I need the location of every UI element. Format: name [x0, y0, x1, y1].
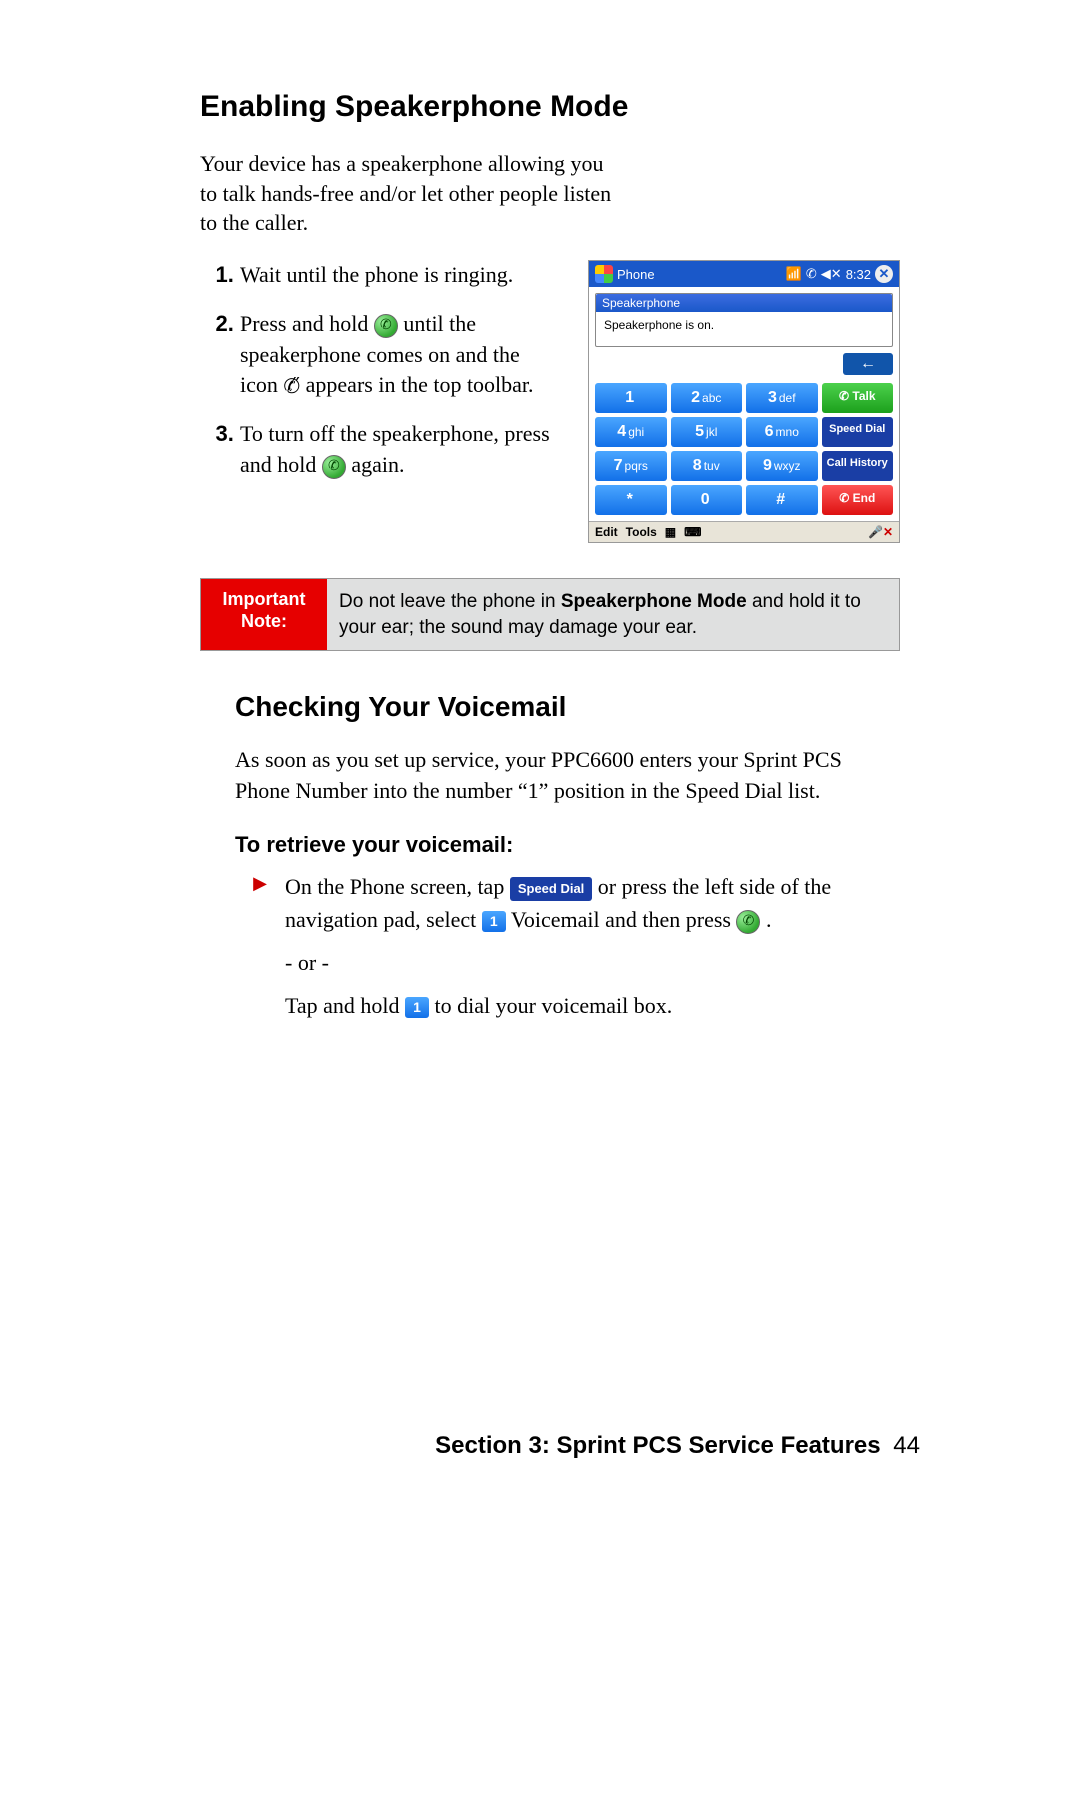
- backspace-key: ←: [843, 353, 893, 375]
- key-1: 1: [595, 383, 667, 413]
- device-screenshot: Phone 📶 ✆ ◀✕ 8:32 ✕ Speakerphone Speaker…: [588, 260, 900, 543]
- voicemail-paragraph: As soon as you set up service, your PPC6…: [235, 745, 900, 807]
- subheading-retrieve: To retrieve your voicemail:: [235, 832, 900, 858]
- key-0: 0: [671, 485, 743, 515]
- signal-icon: 📶: [786, 266, 802, 282]
- step-2: Press and hold ✆ until the speakerphone …: [240, 309, 563, 402]
- key-5: 5jkl: [671, 417, 743, 447]
- key-9: 9wxyz: [746, 451, 818, 481]
- speed-dial-key: Speed Dial: [822, 417, 894, 447]
- speed-dial-chip: Speed Dial: [510, 877, 592, 901]
- note-text: Do not leave the phone in Speakerphone M…: [327, 579, 899, 650]
- retrieve-block: ▶ On the Phone screen, tap Speed Dial or…: [235, 870, 900, 1022]
- talk-key: ✆ Talk: [822, 383, 894, 413]
- device-bottom-bar: Edit Tools ▦ ⌨ 🎤✕: [589, 521, 899, 542]
- popup-title: Speakerphone: [596, 294, 892, 312]
- steps-and-device-row: Wait until the phone is ringing. Press a…: [200, 260, 900, 543]
- page-footer: Section 3: Sprint PCS Service Features 4…: [435, 1432, 920, 1460]
- red-triangle-icon: ▶: [235, 870, 285, 1022]
- dialpad: 1 2abc 3def ✆ Talk 4ghi 5jkl 6mno Speed …: [589, 379, 899, 521]
- popup-body: Speakerphone is on.: [596, 312, 892, 346]
- heading-voicemail: Checking Your Voicemail: [235, 691, 900, 723]
- important-note-box: Important Note: Do not leave the phone i…: [200, 578, 900, 651]
- key-2: 2abc: [671, 383, 743, 413]
- key-hash: #: [746, 485, 818, 515]
- heading-speakerphone: Enabling Speakerphone Mode: [200, 90, 900, 124]
- key-star: *: [595, 485, 667, 515]
- talk-button-icon: ✆: [322, 455, 346, 479]
- bottom-edit: Edit: [595, 525, 618, 539]
- end-key: ✆ End: [822, 485, 894, 515]
- key-7: 7pqrs: [595, 451, 667, 481]
- key-1-chip: 1: [405, 997, 429, 1018]
- step-1: Wait until the phone is ringing.: [240, 260, 563, 291]
- key-8: 8tuv: [671, 451, 743, 481]
- talk-button-icon: ✆: [374, 314, 398, 338]
- volume-icon: ◀✕: [821, 266, 842, 282]
- section-title: Section 3: Sprint PCS Service Features: [435, 1432, 881, 1459]
- call-history-key: Call History: [822, 451, 894, 481]
- key-4: 4ghi: [595, 417, 667, 447]
- device-clock: 8:32: [846, 267, 871, 282]
- talk-button-icon: ✆: [736, 910, 760, 934]
- manual-page: Enabling Speakerphone Mode Your device h…: [90, 0, 990, 1500]
- mute-mic-icon: 🎤✕: [868, 525, 893, 539]
- notes-icon: ▦: [665, 525, 676, 539]
- step-list: Wait until the phone is ringing. Press a…: [200, 260, 563, 499]
- keyboard-icon: ⌨: [684, 525, 701, 539]
- key-1-chip: 1: [482, 911, 506, 932]
- close-icon: ✕: [875, 265, 893, 283]
- voicemail-section: Checking Your Voicemail As soon as you s…: [200, 691, 900, 1022]
- note-label: Important Note:: [201, 579, 327, 650]
- speakerphone-popup: Speakerphone Speakerphone is on.: [595, 293, 893, 347]
- speaker-icon: ✆̋: [283, 373, 300, 401]
- device-app-title: Phone: [617, 267, 655, 282]
- key-6: 6mno: [746, 417, 818, 447]
- windows-logo-icon: [595, 265, 613, 283]
- intro-paragraph: Your device has a speakerphone allowing …: [200, 149, 620, 238]
- key-3: 3def: [746, 383, 818, 413]
- page-number: 44: [893, 1432, 920, 1459]
- bottom-tools: Tools: [626, 525, 657, 539]
- or-separator: - or -: [285, 950, 329, 975]
- step-3: To turn off the speakerphone, press and …: [240, 419, 563, 481]
- device-title-bar: Phone 📶 ✆ ◀✕ 8:32 ✕: [589, 261, 899, 287]
- speaker-status-icon: ✆: [806, 266, 817, 282]
